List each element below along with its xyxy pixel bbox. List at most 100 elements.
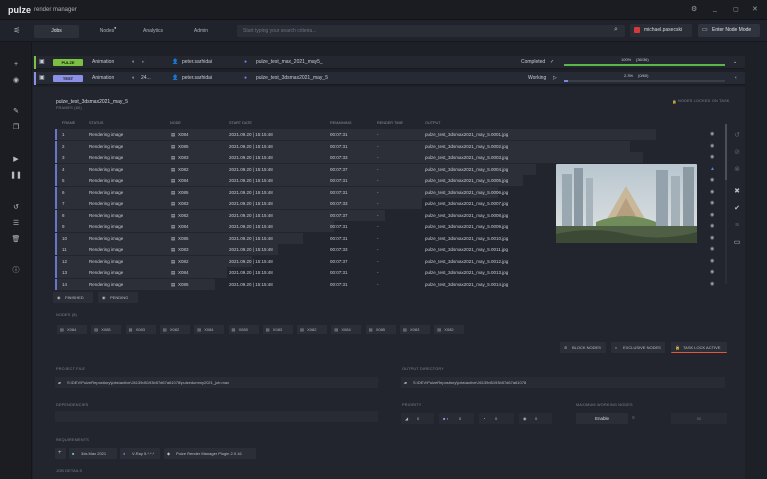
- restore-icon[interactable]: ▢: [733, 6, 739, 13]
- eye-icon[interactable]: ◉: [710, 152, 714, 163]
- frame-start: 2021.09.20 | 15:15:48: [229, 189, 273, 195]
- table-row[interactable]: 2 Rendering image ▤ X085 2021.09.20 | 15:15:…: [55, 140, 718, 152]
- job-owner: peter.sarhidai: [182, 75, 213, 81]
- job-row-2[interactable]: ▣ TEST Animation ◐ 24... 👤 peter.sarhida…: [33, 72, 745, 85]
- frame-status: Rendering image: [89, 155, 124, 160]
- exclusive-nodes-button[interactable]: ◐ EXCLUSIVE NODES: [611, 342, 665, 353]
- enable-button[interactable]: Enable: [576, 413, 628, 424]
- priority-2-value: 0: [459, 416, 462, 421]
- minimize-icon[interactable]: _: [713, 5, 717, 12]
- eye-icon[interactable]: ◉: [710, 141, 714, 152]
- user-icon[interactable]: ▲: [710, 164, 715, 175]
- frame-output: pulze_test_3dsmax2021_may_5.0010.jpg: [425, 235, 509, 241]
- eye-icon[interactable]: ◉: [710, 210, 714, 221]
- node-chip[interactable]: ▤ X084: [194, 325, 225, 334]
- gear-icon[interactable]: ⚙: [691, 5, 697, 13]
- frame-render-time: -: [377, 189, 379, 195]
- ban-icon[interactable]: ⊘: [731, 148, 743, 158]
- node-icon: ▤: [171, 281, 176, 287]
- table-row[interactable]: 1 Rendering image ▤ X084 2021.09.20 | 15:15:…: [55, 129, 718, 140]
- node-chip[interactable]: ▤ X085: [91, 325, 122, 334]
- eye-icon[interactable]: ◉: [710, 279, 714, 290]
- scrollbar-thumb[interactable]: [725, 124, 727, 180]
- project-file-field[interactable]: ▰ S:\DEV\PulzeRepository\jobs\active\J61…: [55, 377, 378, 388]
- frame-node: X085: [178, 235, 189, 241]
- network-icon[interactable]: ⚟: [11, 26, 23, 36]
- max-nodes-input[interactable]: 50: [671, 413, 727, 424]
- eye-icon[interactable]: ◉: [710, 233, 714, 244]
- enter-node-mode-button[interactable]: ▭ Enter Node Mode: [698, 24, 760, 37]
- tab-admin[interactable]: Admin: [188, 25, 214, 38]
- job-type: Animation: [92, 75, 115, 81]
- node-chip[interactable]: ▤ X084: [57, 325, 87, 334]
- node-chip[interactable]: ▤ X082: [297, 325, 328, 334]
- table-row[interactable]: 12 Rendering image ▤ X082 2021.09.20 | 15:15…: [55, 255, 718, 267]
- job-row-1[interactable]: ▣ PULZE Animation ◐ ▸ 👤 peter.sarhidai ●…: [33, 56, 745, 69]
- user-menu[interactable]: michael.pasecski: [630, 24, 692, 37]
- priority-4-value: 0: [535, 416, 538, 421]
- node-chip[interactable]: ▤ X085: [228, 325, 259, 334]
- toggle-icon[interactable]: ≡: [632, 413, 635, 424]
- node-chip[interactable]: ▤ X083: [125, 325, 156, 334]
- eye-icon[interactable]: ◉: [710, 187, 714, 198]
- node-chip[interactable]: ▤ X084: [331, 325, 362, 334]
- node-chip[interactable]: ▤ X083: [262, 325, 293, 334]
- priority-3[interactable]: ◔ 0: [479, 413, 514, 424]
- play-icon[interactable]: ▶: [10, 155, 22, 165]
- check-circle-icon[interactable]: ✔: [731, 204, 743, 214]
- stop-icon[interactable]: ⊗: [731, 165, 743, 175]
- tab-jobs[interactable]: Jobs: [34, 25, 79, 38]
- priority-1[interactable]: ◢ 0: [401, 413, 434, 424]
- table-row[interactable]: 13 Rendering image ▤ X084 2021.09.20 | 15:15…: [55, 267, 718, 278]
- undo-icon[interactable]: ↺: [10, 203, 22, 213]
- table-row[interactable]: 3 Rendering image ▤ X083 2021.09.20 | 15:15:…: [55, 152, 718, 163]
- nodes-label: NODES (8): [56, 313, 77, 317]
- stack-icon[interactable]: ☰: [10, 219, 22, 229]
- scrollbar[interactable]: [725, 124, 727, 284]
- table-row[interactable]: 14 Rendering image ▤ X085 2021.09.20 | 15:15…: [55, 278, 718, 290]
- search-icon[interactable]: ⌕: [614, 26, 618, 34]
- requirement-chip: ◆ Pulze Render Manager Plugin 2.0.16: [164, 448, 256, 459]
- eye-icon[interactable]: ◉: [710, 221, 714, 232]
- cancel-icon[interactable]: ✖: [731, 187, 743, 197]
- node-chip-label: X084: [204, 327, 214, 332]
- filter-finished[interactable]: ◉ FINISHED: [53, 292, 93, 303]
- search-input[interactable]: Start typing your search criteria...: [237, 25, 625, 37]
- eye-icon[interactable]: ◉: [710, 267, 714, 278]
- filter-pending[interactable]: ◉ PENDING: [98, 292, 138, 303]
- edit-icon[interactable]: ✎: [10, 107, 22, 117]
- task-lock-button[interactable]: 🔒 TASK LOCK ACTIVE: [671, 342, 727, 353]
- dependencies-field[interactable]: [55, 411, 378, 422]
- node-chip[interactable]: ▤ X082: [159, 325, 190, 334]
- frame-remaining: 00:07:31: [330, 235, 348, 241]
- add-requirement-button[interactable]: +: [55, 448, 66, 459]
- add-icon[interactable]: +: [10, 60, 22, 70]
- node-chip[interactable]: ▤ X083: [400, 325, 430, 334]
- frame-progress-bar: [57, 267, 228, 278]
- eye-icon[interactable]: ◉: [710, 198, 714, 209]
- eye-icon[interactable]: ◉: [710, 244, 714, 255]
- play-outline-icon: ▷: [553, 75, 557, 81]
- priority-4[interactable]: ◉ 0: [519, 413, 552, 424]
- block-nodes-button[interactable]: ⊘ BLOCK NODES: [560, 342, 606, 353]
- eye-icon[interactable]: ◉: [10, 76, 22, 86]
- monitor-icon[interactable]: ▭: [731, 238, 743, 248]
- eye-icon[interactable]: ◉: [710, 175, 714, 186]
- close-icon[interactable]: ✕: [752, 5, 758, 13]
- node-chip[interactable]: ▤ X082: [434, 325, 465, 334]
- trash-icon[interactable]: 🗑: [10, 235, 22, 245]
- undo-icon[interactable]: ↺: [731, 131, 743, 141]
- chevron-down-icon[interactable]: ⌄: [733, 56, 737, 69]
- output-dir-field[interactable]: ▰ S:\DEV\PulzeRepository\jobs\active\J61…: [401, 377, 725, 388]
- eye-icon[interactable]: ◉: [710, 256, 714, 267]
- info-icon[interactable]: ⓘ: [10, 266, 22, 276]
- priority-2[interactable]: ■ ◐ 0: [439, 413, 474, 424]
- table-row[interactable]: 11 Rendering image ▤ X083 2021.09.20 | 15:15…: [55, 244, 718, 255]
- list-icon[interactable]: ≡: [731, 221, 743, 231]
- chevron-left-icon[interactable]: ‹: [735, 72, 737, 85]
- pause-icon[interactable]: ❚❚: [10, 171, 22, 181]
- node-chip[interactable]: ▤ X085: [365, 325, 396, 334]
- copy-icon[interactable]: ❐: [10, 123, 22, 133]
- eye-icon[interactable]: ◉: [710, 129, 714, 140]
- tab-analytics[interactable]: Analytics: [138, 25, 168, 38]
